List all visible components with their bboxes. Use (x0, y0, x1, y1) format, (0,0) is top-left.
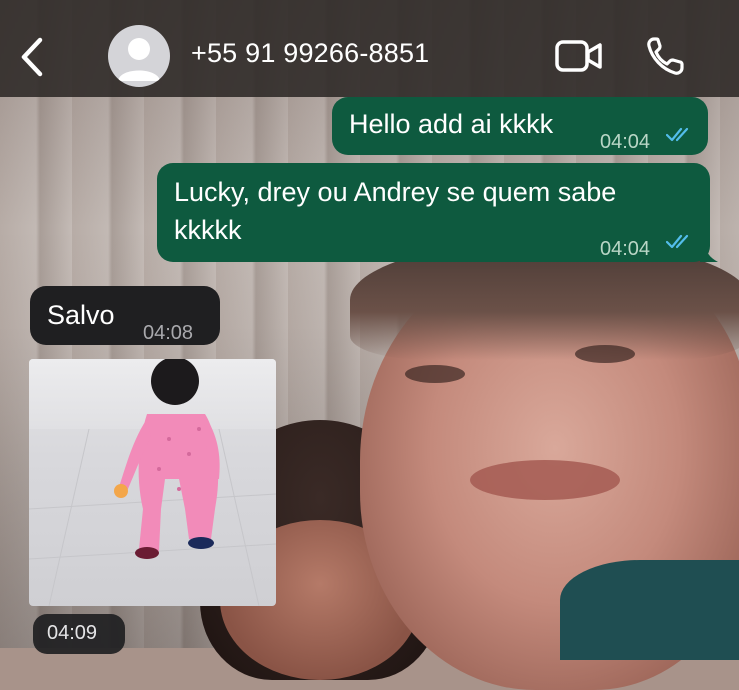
video-call-button[interactable] (555, 38, 603, 74)
message-text: Hello add ai kkkk (349, 109, 554, 139)
read-receipt-icon (666, 127, 689, 142)
contact-name[interactable]: +55 91 99266-8851 (191, 38, 429, 69)
outgoing-message[interactable]: Hello add ai kkkk 04:04 (332, 97, 708, 155)
chevron-left-icon (21, 37, 43, 77)
message-text: Salvo (47, 300, 115, 330)
video-camera-icon (555, 40, 602, 72)
message-time: 04:08 (143, 322, 194, 344)
message-time: 04:04 (600, 238, 651, 260)
outgoing-message[interactable]: Lucky, drey ou Andrey se quem sabe kkkkk… (157, 163, 710, 262)
message-text-line-2: kkkkk (174, 215, 242, 245)
photo-toddler-illustration (29, 359, 276, 606)
back-button[interactable] (18, 36, 48, 78)
contact-avatar[interactable] (108, 25, 170, 87)
voice-call-button[interactable] (646, 36, 684, 76)
person-silhouette-icon (118, 38, 160, 81)
wallpaper-mouth (470, 460, 620, 500)
image-message[interactable] (29, 359, 276, 606)
message-time: 04:09 (47, 622, 98, 644)
bubble-tail (700, 244, 718, 262)
read-receipt-icon (666, 234, 689, 249)
message-text-line-1: Lucky, drey ou Andrey se quem sabe (174, 177, 617, 207)
chat-header: +55 91 99266-8851 (0, 0, 739, 97)
wallpaper-shirt (560, 560, 739, 660)
phone-icon (647, 37, 684, 75)
wallpaper-eye-right (575, 345, 635, 363)
message-time: 04:04 (600, 131, 651, 153)
wallpaper-eye-left (405, 365, 465, 383)
incoming-message[interactable]: Salvo 04:08 (30, 286, 220, 345)
